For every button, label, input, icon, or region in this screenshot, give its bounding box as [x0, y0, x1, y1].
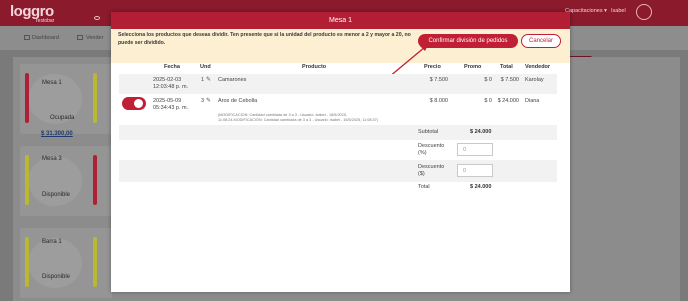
row-product: Aros de Cebolla — [218, 98, 258, 104]
row-date: 2025-02-03 — [153, 77, 182, 83]
eye-icon[interactable] — [94, 16, 100, 20]
cancel-button[interactable]: Cancelar — [521, 34, 561, 48]
status-bar — [25, 237, 29, 287]
subtotal-label: Subtotal — [418, 129, 439, 135]
discount-amount-input[interactable]: 0 — [457, 164, 493, 177]
column-total: Total — [500, 64, 513, 70]
discount-percent-input[interactable]: 0 — [457, 143, 493, 156]
note-line: 11:08:24.MODIFICACION: Cantidad cambiada… — [218, 118, 379, 122]
table-name: Mesa 3 — [42, 156, 62, 162]
status-bar — [93, 155, 97, 205]
confirm-split-button[interactable]: Confirmar división de pedidos — [418, 34, 518, 48]
row-qty: 1 — [201, 77, 205, 83]
row-promo: $ 0 — [484, 98, 492, 104]
table-state: Disponible — [42, 274, 71, 280]
modal-title: Mesa 1 — [111, 12, 570, 29]
table-name: Barra 1 — [42, 239, 62, 245]
toggle-knob — [134, 99, 143, 108]
app-logo[interactable]: loggro restobar — [10, 3, 54, 24]
table-card-partial[interactable] — [88, 146, 112, 216]
notice-text: Selecciona los productos que deseas divi… — [118, 32, 411, 46]
column-precio: Precio — [424, 64, 441, 70]
discount-pct-label: Descuento — [418, 143, 445, 149]
status-bar — [93, 73, 97, 123]
table-name: Mesa 1 — [42, 80, 62, 86]
dashboard-icon — [24, 35, 30, 40]
chevron-down-icon: ▾ — [604, 8, 607, 14]
pencil-icon[interactable]: ✎ — [206, 76, 211, 83]
table-shape — [28, 156, 82, 206]
column-promo: Promo — [464, 64, 482, 70]
split-order-modal: Mesa 1 Selecciona los productos que dese… — [111, 12, 570, 292]
logo-subtitle: restobar — [36, 18, 55, 24]
discount-pct-unit: (%) — [418, 150, 427, 156]
total-label: Total — [418, 184, 430, 190]
row-modification-note: (MODIFICACION: Cantidad cambiada de 3 a … — [218, 113, 418, 123]
user-menu[interactable]: Capacitaciones ▾ — [565, 8, 607, 14]
row-date: 2025-05-09 — [153, 98, 182, 104]
table-card-partial[interactable] — [88, 228, 112, 298]
table-state: Disponible — [42, 192, 71, 198]
user-name: Isabel — [611, 8, 626, 14]
table-amount[interactable]: $ 31.300,00 — [41, 131, 73, 137]
row-price: $ 8.000 — [429, 98, 448, 104]
nav-vender[interactable]: Vender — [86, 35, 103, 41]
cart-icon — [77, 35, 83, 40]
avatar[interactable] — [636, 4, 652, 20]
row-time: 05:34:43 p. m. — [153, 105, 189, 111]
discount-amt-label: Descuento — [418, 164, 445, 170]
nav-dashboard[interactable]: Dashboard — [32, 35, 59, 41]
total-value: $ 24.000 — [470, 184, 492, 190]
column-fecha: Fecha — [164, 64, 180, 70]
status-bar — [25, 155, 29, 205]
row-total: $ 7.500 — [500, 77, 519, 83]
row-seller: Diana — [525, 98, 540, 104]
table-state: Ocupada — [50, 115, 75, 121]
column-und: Und — [200, 64, 211, 70]
row-promo: $ 0 — [484, 77, 492, 83]
row-seller: Karolay — [525, 77, 544, 83]
table-card-partial[interactable] — [88, 64, 112, 134]
row-price: $ 7.500 — [429, 77, 448, 83]
status-bar — [25, 73, 29, 123]
row-qty: 3 — [201, 98, 205, 104]
row-product: Camarones — [218, 77, 247, 83]
row-total: $ 24.000 — [497, 98, 519, 104]
table-shape — [28, 238, 82, 288]
row-time: 12:03:48 p. m. — [153, 84, 189, 90]
user-menu-label: Capacitaciones — [565, 8, 603, 14]
column-producto: Producto — [302, 64, 327, 70]
status-bar — [93, 237, 97, 287]
subtotal-value: $ 24.000 — [470, 129, 492, 135]
pencil-icon[interactable]: ✎ — [206, 97, 211, 104]
select-row-toggle[interactable] — [122, 97, 146, 110]
discount-amt-unit: ($) — [418, 171, 425, 177]
column-vendedor: Vendedor — [525, 64, 551, 70]
